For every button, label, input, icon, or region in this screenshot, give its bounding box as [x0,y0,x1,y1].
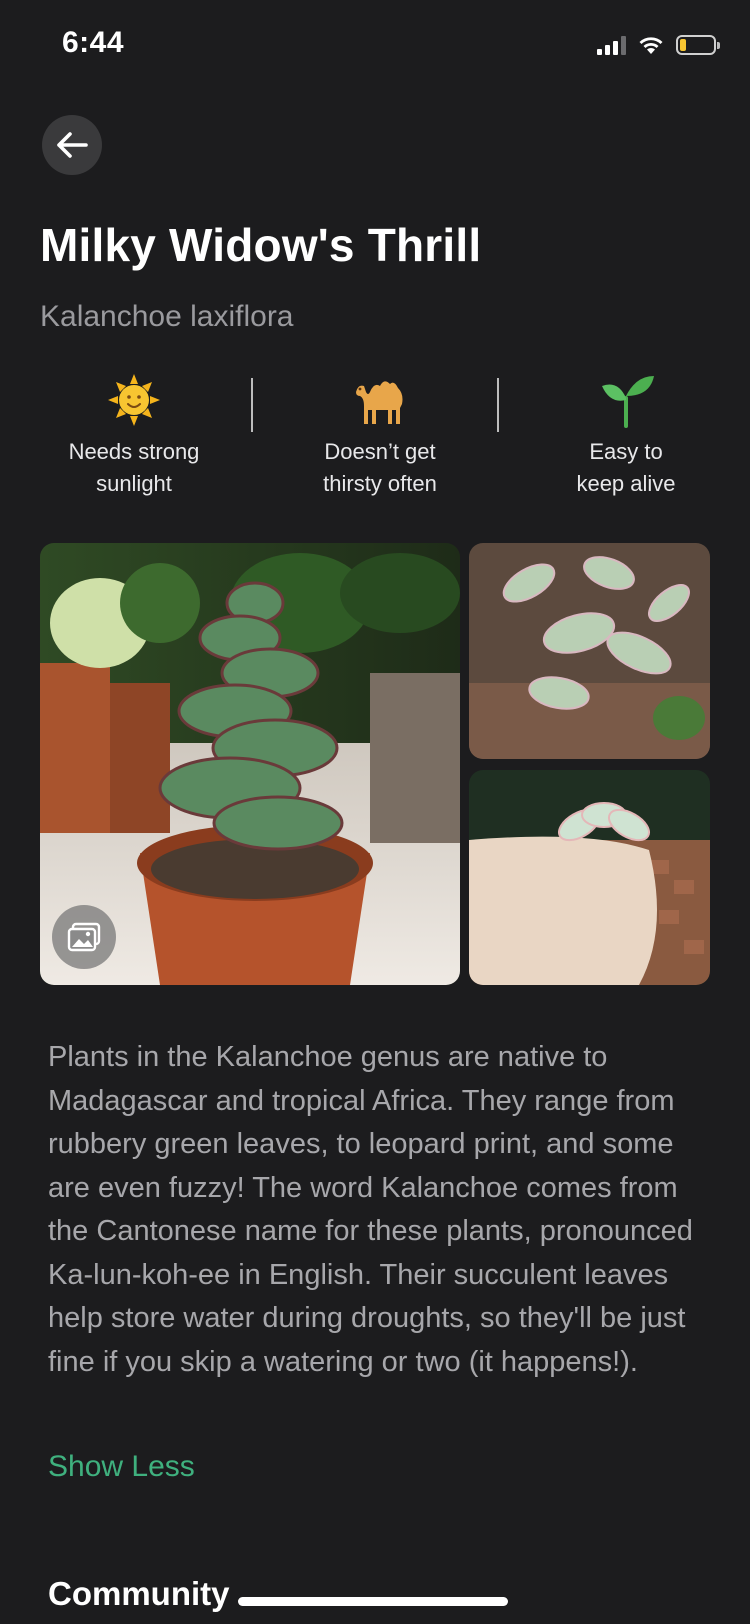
home-indicator[interactable] [238,1597,508,1606]
plant-scientific-name: Kalanchoe laxiflora [40,300,294,333]
battery-level [680,39,686,51]
arrow-left-icon [57,132,88,158]
trait-label: Doesn’t get thirsty often [323,439,437,496]
back-button[interactable] [42,115,102,175]
gallery-photo-2[interactable] [469,543,710,759]
care-traits: Needs strong sunlight Doesn’t get thirst… [5,372,745,512]
status-bar: 6:44 [0,0,750,92]
trait-label: Needs strong sunlight [68,439,200,496]
plant-photo [469,543,710,759]
gallery-icon [67,922,101,952]
battery-icon [676,35,720,55]
plant-description: Plants in the Kalanchoe genus are native… [48,1041,693,1378]
wifi-icon [639,37,663,54]
camel-icon [356,381,403,424]
show-less-button[interactable]: Show Less [48,1450,195,1484]
sun-icon [108,374,160,426]
trait-care-level: Easy to keep alive [511,372,741,500]
signal-icon [597,35,626,55]
trait-sunlight: Needs strong sunlight [19,372,249,500]
plant-common-name: Milky Widow's Thrill [40,219,482,271]
gallery-photo-3[interactable] [469,770,710,985]
trait-label: Easy to keep alive [576,439,676,496]
seedling-icon [602,376,654,428]
status-time: 6:44 [62,26,125,59]
status-icons [597,32,720,58]
community-heading: Community [48,1575,230,1612]
gallery-button[interactable] [52,905,116,969]
trait-divider [497,378,499,432]
trait-watering: Doesn’t get thirsty often [265,372,495,500]
trait-divider [251,378,253,432]
plant-photo [469,770,710,985]
